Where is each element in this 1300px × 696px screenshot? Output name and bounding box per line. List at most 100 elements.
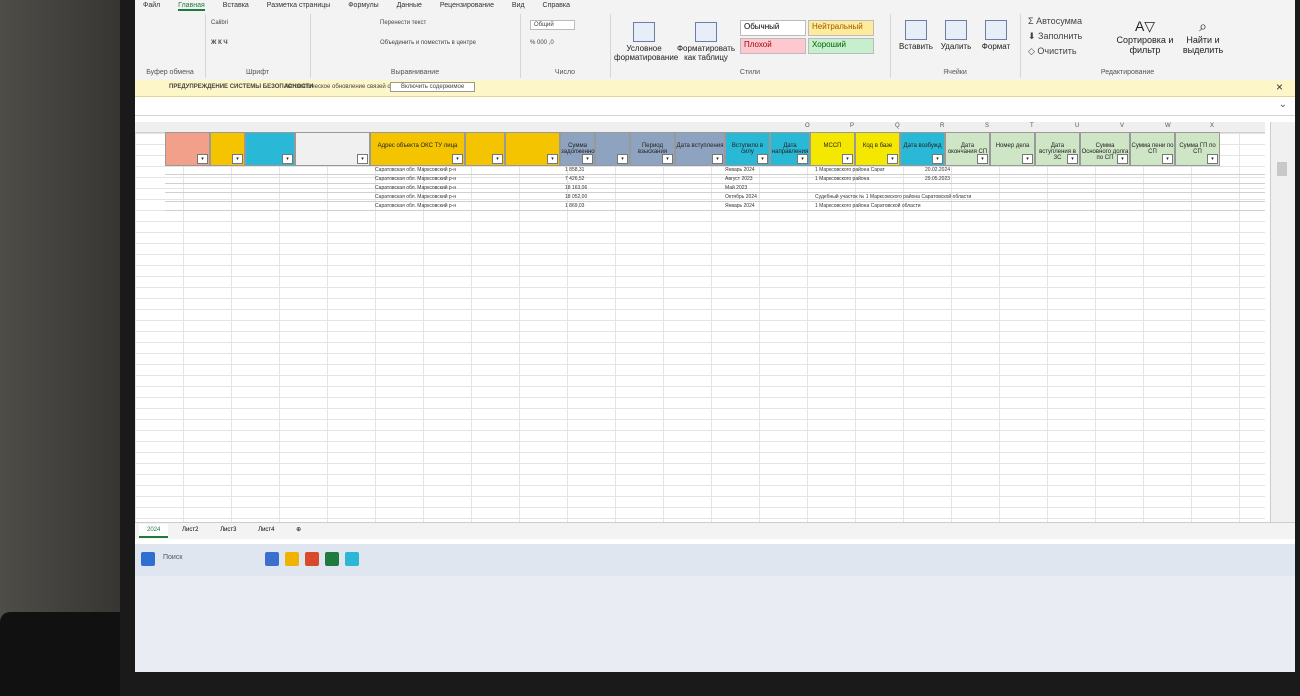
format-as-table-button[interactable]: Форматировать как таблицу <box>676 22 736 62</box>
sheet-tab[interactable]: Лист4 <box>250 524 282 536</box>
col-o[interactable]: O <box>805 123 810 129</box>
tab-home[interactable]: Главная <box>178 2 205 11</box>
bold-button[interactable]: Ж К Ч <box>211 40 228 46</box>
percent-button[interactable]: % 000 ,0 <box>530 40 554 46</box>
header-cell[interactable]: ▾ <box>505 132 560 166</box>
app-icon[interactable] <box>345 552 359 566</box>
header-cell[interactable]: Код в базе ▾ <box>855 132 900 166</box>
chevron-down-icon[interactable]: ⌄ <box>1279 99 1287 110</box>
header-cell[interactable]: ▾ <box>465 132 505 166</box>
table-row[interactable]: Саратовская обл. Марксовский р-н 18 052,… <box>165 193 1265 202</box>
filter-dropdown-icon[interactable]: ▾ <box>1162 154 1173 164</box>
sheet-tab[interactable]: Лист3 <box>212 524 244 536</box>
table-row[interactable]: Саратовская обл. Марксовский р-н 18 163,… <box>165 184 1265 193</box>
filter-dropdown-icon[interactable]: ▾ <box>582 154 593 164</box>
close-icon[interactable]: × <box>1276 80 1283 94</box>
filter-dropdown-icon[interactable]: ▾ <box>492 154 503 164</box>
filter-dropdown-icon[interactable]: ▾ <box>197 154 208 164</box>
header-cell[interactable]: Дата возбужд ▾ <box>900 132 945 166</box>
font-name-select[interactable]: Calibri <box>211 20 228 26</box>
filter-dropdown-icon[interactable]: ▾ <box>797 154 808 164</box>
col-t[interactable]: T <box>1030 123 1034 129</box>
scroll-thumb[interactable] <box>1277 162 1287 176</box>
tab-layout[interactable]: Разметка страницы <box>267 2 331 9</box>
tab-help[interactable]: Справка <box>543 2 570 9</box>
filter-dropdown-icon[interactable]: ▾ <box>1022 154 1033 164</box>
vertical-scrollbar[interactable] <box>1270 122 1295 522</box>
tab-formulas[interactable]: Формулы <box>348 2 378 9</box>
filter-dropdown-icon[interactable]: ▾ <box>757 154 768 164</box>
filter-dropdown-icon[interactable]: ▾ <box>1207 154 1218 164</box>
col-s[interactable]: S <box>985 123 989 129</box>
header-cell[interactable]: Адрес объекта ОКС ТУ лица ▾ <box>370 132 465 166</box>
filter-dropdown-icon[interactable]: ▾ <box>932 154 943 164</box>
header-cell[interactable]: Дата вступления ▾ <box>675 132 725 166</box>
style-good[interactable]: Хороший <box>808 38 874 54</box>
header-cell[interactable]: Сумма задолженности ▾ <box>560 132 604 166</box>
fill-button[interactable]: ⬇ Заполнить <box>1028 31 1082 42</box>
format-cells-button[interactable]: Формат <box>976 20 1016 51</box>
sort-filter-button[interactable]: A▽ Сортировка и фильтр <box>1115 18 1175 55</box>
filter-dropdown-icon[interactable]: ▾ <box>547 154 558 164</box>
insert-cells-button[interactable]: Вставить <box>896 20 936 51</box>
col-q[interactable]: Q <box>895 123 900 129</box>
wrap-text-button[interactable]: Перенести текст <box>380 20 426 26</box>
header-cell[interactable]: ▾ <box>165 132 210 166</box>
col-v[interactable]: V <box>1120 123 1124 129</box>
col-x[interactable]: X <box>1210 123 1214 129</box>
merge-center-button[interactable]: Объединить и поместить в центре <box>380 40 476 46</box>
filter-dropdown-icon[interactable]: ▾ <box>617 154 628 164</box>
delete-cells-button[interactable]: Удалить <box>936 20 976 51</box>
number-format-select[interactable]: Общий <box>530 20 575 30</box>
filter-dropdown-icon[interactable]: ▾ <box>842 154 853 164</box>
find-select-button[interactable]: ⌕ Найти и выделить <box>1175 18 1231 55</box>
header-cell[interactable]: ▾ <box>210 132 245 166</box>
header-cell[interactable]: Номер дела ▾ <box>990 132 1035 166</box>
table-row[interactable]: Саратовская обл. Марксовский р-н 7 426,5… <box>165 175 1265 184</box>
spreadsheet-grid[interactable]: O P Q R S T U V W X ▾ ▾ ▾ ▾ Адрес объект… <box>135 122 1265 522</box>
header-cell[interactable]: Сумма Основного долга по СП ▾ <box>1080 132 1130 166</box>
enable-content-button[interactable]: Включить содержимое <box>390 82 476 92</box>
col-w[interactable]: W <box>1165 123 1171 129</box>
filter-dropdown-icon[interactable]: ▾ <box>977 154 988 164</box>
filter-dropdown-icon[interactable]: ▾ <box>357 154 368 164</box>
table-row[interactable]: Саратовская обл. Марксовский р-н 1 869,0… <box>165 202 1265 211</box>
header-cell[interactable]: ▾ <box>295 132 370 166</box>
sheet-tab-2024[interactable]: 2024 <box>139 524 169 538</box>
taskbar-search[interactable]: Поиск <box>163 554 182 561</box>
col-u[interactable]: U <box>1075 123 1079 129</box>
formula-bar[interactable]: ⌄ <box>135 97 1295 116</box>
table-row[interactable]: Саратовская обл. Марксовский р-н 1 858,3… <box>165 166 1265 175</box>
header-cell[interactable]: МССП ▾ <box>810 132 855 166</box>
filter-dropdown-icon[interactable]: ▾ <box>282 154 293 164</box>
chrome-icon[interactable] <box>305 552 319 566</box>
style-bad[interactable]: Плохой <box>740 38 806 54</box>
filter-dropdown-icon[interactable]: ▾ <box>452 154 463 164</box>
autosum-button[interactable]: Σ Автосумма <box>1028 16 1082 26</box>
clear-button[interactable]: ◇ Очистить <box>1028 46 1077 57</box>
header-cell[interactable]: Период взыскания ▾ <box>630 132 675 166</box>
edge-browser-icon[interactable] <box>265 552 279 566</box>
add-sheet-icon[interactable]: ⊕ <box>288 523 309 536</box>
filter-dropdown-icon[interactable]: ▾ <box>1117 154 1128 164</box>
filter-dropdown-icon[interactable]: ▾ <box>712 154 723 164</box>
filter-dropdown-icon[interactable]: ▾ <box>232 154 243 164</box>
conditional-format-button[interactable]: Условное форматирование <box>614 22 678 62</box>
filter-dropdown-icon[interactable]: ▾ <box>662 154 673 164</box>
header-cell[interactable]: Дата направления ▾ <box>770 132 810 166</box>
header-cell[interactable]: Сумма пени по СП ▾ <box>1130 132 1175 166</box>
col-p[interactable]: P <box>850 123 854 129</box>
header-cell[interactable]: Дата окончания СП ▾ <box>945 132 990 166</box>
col-r[interactable]: R <box>940 123 944 129</box>
tab-view[interactable]: Вид <box>512 2 525 9</box>
tab-insert[interactable]: Вставка <box>223 2 249 9</box>
tab-data[interactable]: Данные <box>397 2 422 9</box>
style-normal[interactable]: Обычный <box>740 20 806 36</box>
header-cell[interactable]: ▾ <box>245 132 295 166</box>
file-explorer-icon[interactable] <box>285 552 299 566</box>
filter-dropdown-icon[interactable]: ▾ <box>887 154 898 164</box>
header-cell[interactable]: Вступило в силу ▾ <box>725 132 770 166</box>
windows-start-icon[interactable] <box>141 552 155 566</box>
tab-review[interactable]: Рецензирование <box>440 2 494 9</box>
header-cell[interactable]: Дата вступления в ЗС ▾ <box>1035 132 1080 166</box>
